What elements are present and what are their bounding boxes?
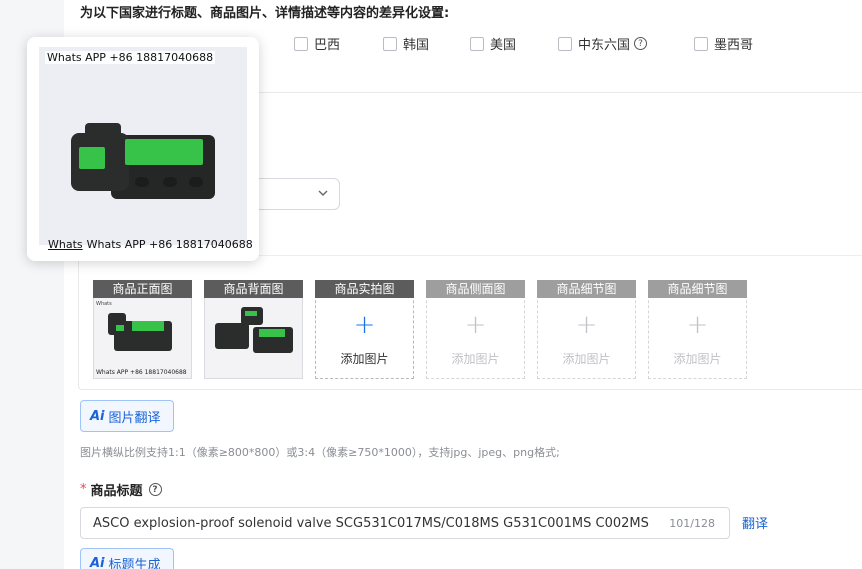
- add-image-text: 添加图片: [451, 352, 500, 366]
- country-checkbox-brazil[interactable]: 巴西: [294, 34, 340, 53]
- plus-icon: +: [575, 310, 598, 340]
- image-format-hint: 图片横纵比例支持1:1（像素≥800*800）或3:4（像素≥750*1000）…: [80, 446, 560, 459]
- preview-caption: Whats Whats APP +86 18817040688: [48, 238, 253, 251]
- plus-icon[interactable]: +: [315, 312, 414, 338]
- preview-image: Whats APP +86 18817040688: [39, 47, 247, 245]
- add-image-text: 添加图片: [673, 352, 722, 366]
- chevron-down-icon: [318, 190, 328, 196]
- ai-icon: Ai: [90, 408, 105, 424]
- checkbox[interactable]: [470, 36, 484, 51]
- slot-label: 商品细节图: [537, 280, 636, 298]
- image-translate-button[interactable]: Ai 图片翻译: [80, 400, 174, 432]
- image-slot-actual[interactable]: 商品实拍图 + 添加图片: [315, 280, 414, 379]
- ai-icon: Ai: [90, 555, 105, 569]
- product-title-input[interactable]: ASCO explosion-proof solenoid valve SCG5…: [80, 507, 730, 539]
- plus-icon: +: [686, 310, 709, 340]
- country-checkbox-korea[interactable]: 韩国: [383, 34, 429, 53]
- image-slot-detail-1: 商品细节图 + 添加图片: [537, 280, 636, 379]
- image-slot-front[interactable]: Whats Whats APP +86 18817040688 商品正面图: [93, 280, 192, 379]
- checkbox[interactable]: [558, 36, 572, 51]
- slot-label: 商品背面图: [204, 280, 303, 298]
- preview-watermark: Whats APP +86 18817040688: [45, 51, 216, 64]
- help-icon[interactable]: ?: [148, 483, 162, 496]
- slot-label: 商品侧面图: [426, 280, 525, 298]
- slot-label: 商品实拍图: [315, 280, 414, 298]
- title-generate-button[interactable]: Ai 标题生成: [80, 548, 174, 569]
- product-title-label: * 商品标题 ?: [80, 480, 162, 499]
- country-checkbox-usa[interactable]: 美国: [470, 34, 516, 53]
- add-image-text[interactable]: 添加图片: [315, 350, 414, 367]
- checkbox[interactable]: [383, 36, 397, 51]
- checkbox[interactable]: [694, 36, 708, 51]
- slot-label: 商品正面图: [93, 280, 192, 298]
- plus-icon: +: [464, 310, 487, 340]
- image-slot-back[interactable]: 商品背面图: [204, 280, 303, 379]
- valve-image: [39, 47, 247, 245]
- image-preview-popup: Whats APP +86 18817040688 Whats Whats APP…: [27, 37, 259, 261]
- char-count: 101/128: [669, 517, 715, 530]
- slot-label: 商品细节图: [648, 280, 747, 298]
- add-image-text: 添加图片: [562, 352, 611, 366]
- country-checkbox-middle-east[interactable]: 中东六国 ?: [558, 34, 648, 53]
- thumb-caption: Whats APP +86 18817040688: [96, 369, 187, 376]
- title-translate-link[interactable]: 翻译: [742, 513, 768, 532]
- thumb-watermark: Whats: [96, 301, 112, 307]
- required-mark: *: [80, 482, 87, 497]
- help-icon[interactable]: ?: [634, 37, 648, 50]
- checkbox[interactable]: [294, 36, 308, 51]
- image-slot-detail-2: 商品细节图 + 添加图片: [648, 280, 747, 379]
- country-checkbox-mexico[interactable]: 墨西哥: [694, 34, 753, 53]
- image-slot-side: 商品侧面图 + 添加图片: [426, 280, 525, 379]
- country-settings-heading: 为以下国家进行标题、商品图片、详情描述等内容的差异化设置:: [80, 6, 450, 21]
